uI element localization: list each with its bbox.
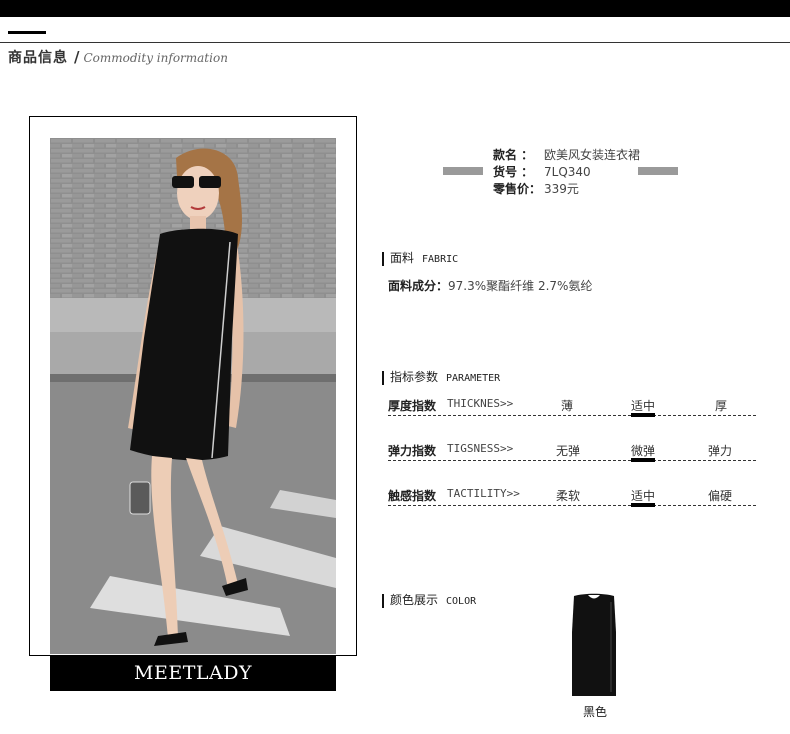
item-number-row: 货号 ： 7LQ340 — [493, 163, 591, 180]
color-swatch-label: 黑色 — [583, 705, 608, 719]
fabric-title-cn: 面料 — [390, 251, 415, 265]
fabric-label: 面料成分： — [388, 279, 449, 293]
model-photo — [50, 138, 336, 654]
param-option: 无弹 — [556, 444, 581, 458]
fabric-composition: 面料成分：97.3%聚酯纤维 2.7%氨纶 — [388, 277, 592, 294]
style-name-row: 款名 ： 欧美风女装连衣裙 — [493, 146, 640, 163]
model-photo-illustration — [50, 138, 336, 654]
header-rule — [0, 42, 790, 43]
param-option: 柔软 — [556, 489, 581, 503]
brand-banner: MEETLADY — [50, 655, 336, 691]
param-option: 厚 — [715, 399, 728, 413]
header-accent-bar — [8, 31, 46, 34]
param-label-en: TACTILITY>> — [447, 487, 520, 500]
param-label: 厚度指数 — [388, 399, 437, 413]
style-name-value: 欧美风女装连衣裙 — [544, 148, 641, 162]
info-divider-left — [443, 167, 483, 175]
elasticity-row: 弹力指数 TIGSNESS>> 无弹 微弹 弹力 — [388, 442, 756, 462]
header-separator: / — [74, 48, 81, 66]
parameter-title-en: PARAMETER — [446, 373, 501, 384]
param-option-selected: 适中 — [631, 399, 656, 417]
item-number-value: 7LQ340 — [544, 165, 591, 179]
color-title-cn: 颜色展示 — [390, 593, 439, 607]
header-title-en: Commodity information — [83, 51, 228, 65]
price-value: 339元 — [544, 182, 579, 196]
param-label-en: TIGSNESS>> — [447, 442, 514, 455]
parameter-section-title: 指标参数 PARAMETER — [382, 371, 500, 385]
color-section-title: 颜色展示 COLOR — [382, 594, 476, 608]
param-option: 偏硬 — [708, 489, 733, 503]
style-name-label: 款名 ： — [493, 148, 534, 162]
param-option-selected: 微弹 — [631, 444, 656, 462]
header-title-cn: 商品信息 — [8, 50, 68, 66]
info-divider-right — [638, 167, 678, 175]
price-label: 零售价： — [493, 182, 542, 196]
fabric-value: 97.3%聚酯纤维 2.7%氨纶 — [448, 279, 593, 293]
touch-row: 触感指数 TACTILITY>> 柔软 适中 偏硬 — [388, 487, 756, 507]
param-label: 触感指数 — [388, 489, 437, 503]
section-header: 商品信息 / Commodity information — [8, 47, 228, 67]
fabric-section-title: 面料 FABRIC — [382, 252, 458, 266]
fabric-title-en: FABRIC — [422, 254, 459, 265]
price-row: 零售价： 339元 — [493, 180, 579, 197]
item-number-label: 货号 ： — [493, 165, 534, 179]
param-option: 薄 — [561, 399, 574, 413]
black-dress-swatch — [572, 593, 616, 696]
param-option: 弹力 — [708, 444, 733, 458]
param-option-selected: 适中 — [631, 489, 656, 507]
param-label: 弹力指数 — [388, 444, 437, 458]
thickness-row: 厚度指数 THICKNES>> 薄 适中 厚 — [388, 397, 756, 417]
color-title-en: COLOR — [446, 596, 477, 607]
parameter-title-cn: 指标参数 — [390, 370, 439, 384]
param-label-en: THICKNES>> — [447, 397, 514, 410]
top-black-bar — [0, 0, 790, 17]
